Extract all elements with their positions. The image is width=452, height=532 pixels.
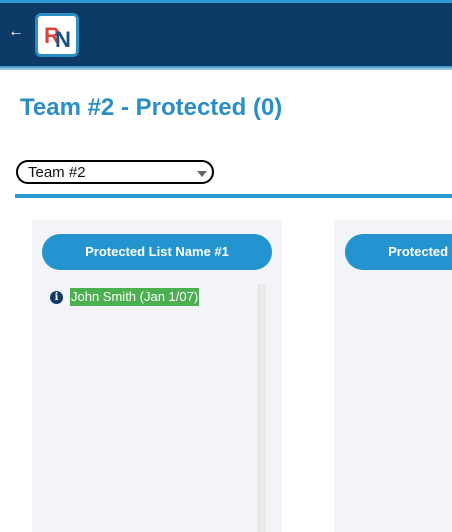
protected-list-column-1: Protected List Name #1 i John Smith (Jan… bbox=[32, 220, 282, 532]
team-select-value: Team #2 bbox=[28, 164, 86, 181]
player-name[interactable]: John Smith (Jan 1/07) bbox=[70, 288, 200, 306]
back-arrow-icon[interactable]: ← bbox=[8, 21, 26, 43]
page-title: Team #2 - Protected (0) bbox=[20, 94, 283, 121]
info-icon[interactable]: i bbox=[50, 290, 63, 304]
top-app-bar: ← R N bbox=[0, 0, 452, 70]
protected-list-column-2: Protected List Name #2 bbox=[334, 220, 452, 532]
section-divider bbox=[15, 194, 452, 198]
team-select-dropdown[interactable]: Team #2 bbox=[16, 160, 214, 184]
protected-list-header-1[interactable]: Protected List Name #1 bbox=[42, 234, 272, 270]
list-item: i John Smith (Jan 1/07) bbox=[50, 288, 200, 306]
app-logo[interactable]: R N bbox=[35, 13, 79, 57]
protected-list-header-2[interactable]: Protected List Name #2 bbox=[345, 234, 452, 270]
chevron-down-icon bbox=[197, 171, 207, 177]
logo-icon: R N bbox=[38, 16, 76, 54]
svg-text:N: N bbox=[55, 27, 71, 52]
list-scrollbar[interactable] bbox=[258, 284, 266, 532]
